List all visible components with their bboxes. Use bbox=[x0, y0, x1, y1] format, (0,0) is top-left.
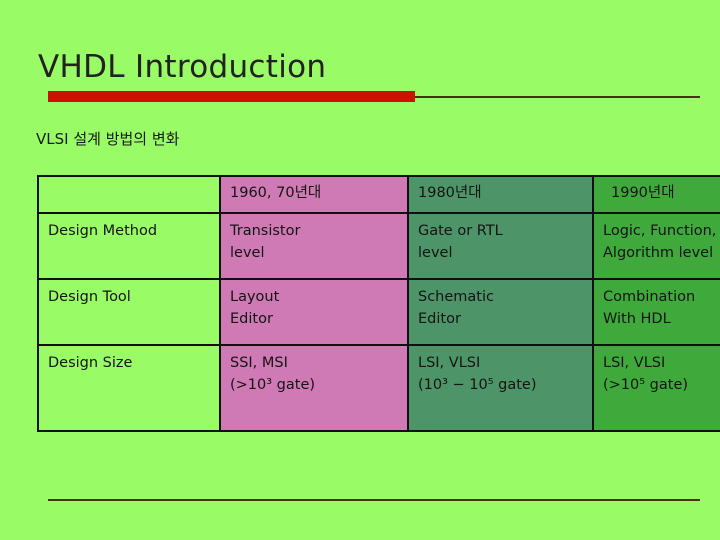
cell-line: SSI, MSI bbox=[230, 355, 288, 371]
header-cell-1980: 1980년대 bbox=[407, 175, 594, 214]
cell-line: Editor bbox=[230, 311, 273, 327]
header-cell-1960-70: 1960, 70년대 bbox=[219, 175, 409, 214]
cell-line: (10³ − 10⁵ gate) bbox=[418, 377, 537, 393]
cell-design-method-1960: Transistor level bbox=[219, 212, 409, 280]
cell-design-method-1990: Logic, Function, Algorithm level bbox=[592, 212, 720, 280]
cell-line: Logic, Function, bbox=[603, 223, 717, 239]
header-cell-1990-label: 1990년대 bbox=[611, 185, 675, 201]
cell-design-size-1990: LSI, VLSI (>10⁵ gate) bbox=[592, 344, 720, 432]
header-cell-blank bbox=[37, 175, 221, 214]
cell-line: Layout bbox=[230, 289, 280, 305]
cell-design-size-1960: SSI, MSI (>10³ gate) bbox=[219, 344, 409, 432]
table-row: Design Size SSI, MSI (>10³ gate) LSI, VL… bbox=[37, 344, 720, 432]
cell-line: (>10³ gate) bbox=[230, 377, 316, 393]
subtitle: VLSI 설계 방법의 변화 bbox=[36, 130, 180, 148]
row-label-design-method: Design Method bbox=[37, 212, 221, 280]
table-header-row: 1960, 70년대 1980년대 1990년대 bbox=[37, 175, 720, 214]
cell-design-method-1980: Gate or RTL level bbox=[407, 212, 594, 280]
cell-line: Combination bbox=[603, 289, 696, 305]
cell-line: With HDL bbox=[603, 311, 671, 327]
cell-line: (>10⁵ gate) bbox=[603, 377, 689, 393]
row-label-design-size: Design Size bbox=[37, 344, 221, 432]
cell-line: Schematic bbox=[418, 289, 494, 305]
slide-canvas: VHDL Introduction VLSI 설계 방법의 변화 1960, 7… bbox=[0, 0, 720, 540]
cell-line: LSI, VLSI bbox=[418, 355, 481, 371]
design-comparison-table: 1960, 70년대 1980년대 1990년대 Design Method T… bbox=[37, 175, 720, 432]
page-title: VHDL Introduction bbox=[38, 49, 327, 85]
row-label-design-tool: Design Tool bbox=[37, 278, 221, 346]
cell-line: Editor bbox=[418, 311, 461, 327]
footer-divider-line bbox=[48, 499, 700, 501]
cell-line: Transistor bbox=[230, 223, 301, 239]
header-cell-1990: 1990년대 bbox=[592, 175, 720, 214]
cell-line: level bbox=[230, 245, 265, 261]
cell-line: Gate or RTL bbox=[418, 223, 503, 239]
cell-design-tool-1960: Layout Editor bbox=[219, 278, 409, 346]
cell-design-tool-1990: Combination With HDL bbox=[592, 278, 720, 346]
cell-line: Algorithm level bbox=[603, 245, 714, 261]
cell-line: LSI, VLSI bbox=[603, 355, 666, 371]
title-accent-bar bbox=[48, 91, 415, 102]
cell-design-tool-1980: Schematic Editor bbox=[407, 278, 594, 346]
table-row: Design Method Transistor level Gate or R… bbox=[37, 212, 720, 280]
cell-line: level bbox=[418, 245, 453, 261]
cell-design-size-1980: LSI, VLSI (10³ − 10⁵ gate) bbox=[407, 344, 594, 432]
table-row: Design Tool Layout Editor Schematic Edit… bbox=[37, 278, 720, 346]
